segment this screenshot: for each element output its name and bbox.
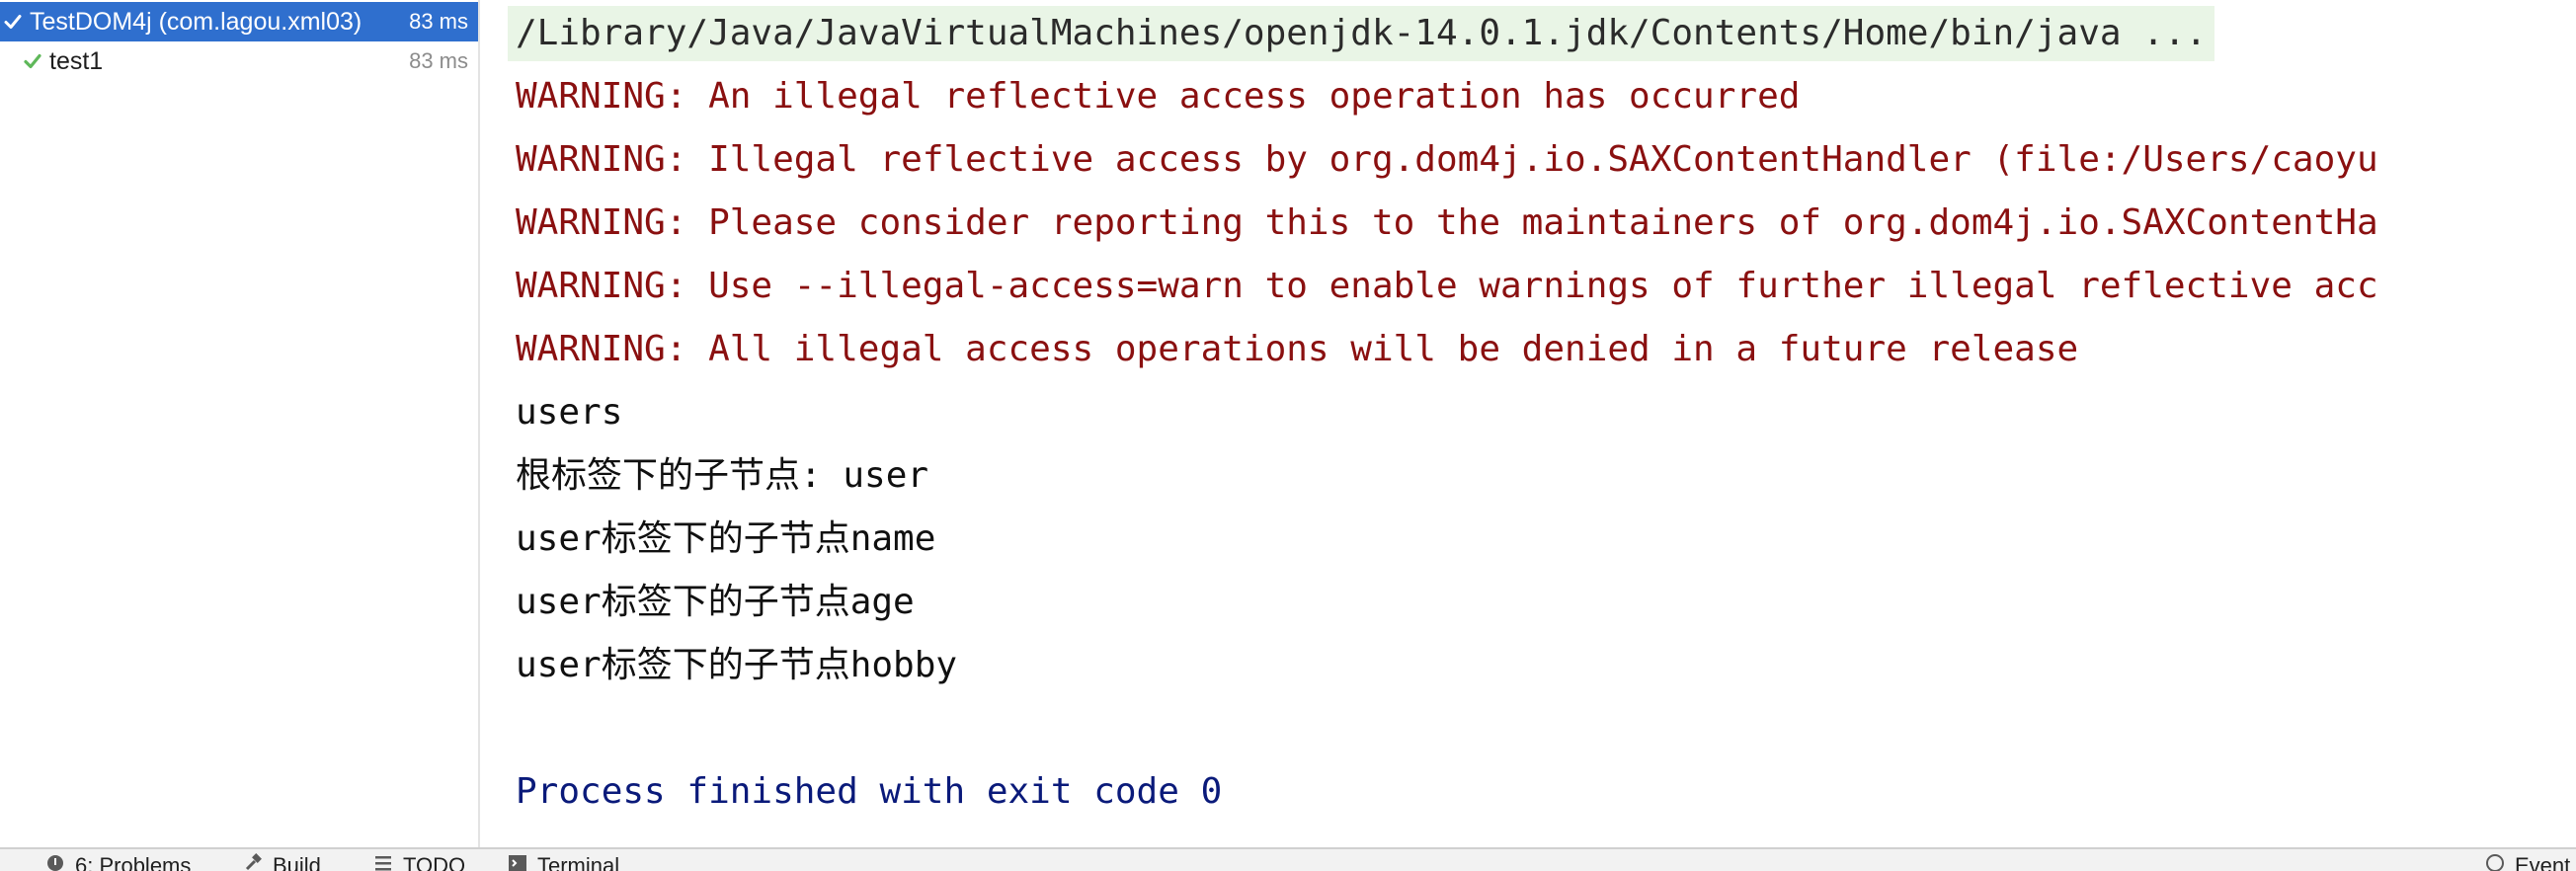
event-log-tab[interactable]: Event: [2485, 849, 2570, 871]
console-output[interactable]: /Library/Java/JavaVirtualMachines/openjd…: [482, 0, 2576, 847]
console-warning-line: WARNING: All illegal access operations w…: [516, 329, 2079, 369]
problems-tab-label: 6: Problems: [75, 853, 192, 871]
console-warning-line: WARNING: Please consider reporting this …: [516, 202, 2378, 243]
console-output-line: user标签下的子节点name: [516, 518, 936, 559]
tree-item-label: test1: [49, 46, 104, 75]
run-tool-window: TestDOM4j (com.lagou.xml03) 83 ms test1 …: [0, 0, 2576, 871]
todo-tab-label: TODO: [403, 853, 466, 871]
tree-item-label: TestDOM4j (com.lagou.xml03): [30, 7, 362, 36]
console-warning-line: WARNING: An illegal reflective access op…: [516, 76, 1801, 117]
event-log-tab-label: Event: [2515, 853, 2571, 871]
console-command-line[interactable]: /Library/Java/JavaVirtualMachines/openjd…: [508, 6, 2215, 61]
tree-item-test-method[interactable]: test1 83 ms: [0, 41, 478, 81]
tree-item-duration: 83 ms: [409, 9, 468, 34]
event-log-icon: [2485, 853, 2505, 871]
tree-item-test-class[interactable]: TestDOM4j (com.lagou.xml03) 83 ms: [0, 2, 478, 41]
check-icon: [2, 11, 24, 33]
terminal-tab-label: Terminal: [537, 853, 620, 871]
list-icon: [373, 853, 393, 871]
test-results-tree: TestDOM4j (com.lagou.xml03) 83 ms test1 …: [0, 0, 480, 847]
todo-tab[interactable]: TODO: [373, 849, 465, 871]
terminal-icon: [508, 853, 527, 871]
console-warning-line: WARNING: Illegal reflective access by or…: [516, 139, 2378, 180]
console-output-line: user标签下的子节点hobby: [516, 645, 958, 685]
problems-icon: [45, 853, 65, 871]
problems-tab[interactable]: 6: Problems: [45, 849, 191, 871]
console-output-line: 根标签下的子节点: user: [516, 455, 929, 496]
build-tab-label: Build: [273, 853, 321, 871]
tree-item-duration: 83 ms: [409, 48, 468, 73]
check-icon: [22, 50, 43, 72]
hammer-icon: [243, 853, 263, 871]
console-output-line: user标签下的子节点age: [516, 582, 915, 622]
console-output-line: users: [516, 392, 623, 433]
console-exit-message: Process finished with exit code 0: [516, 771, 1223, 812]
terminal-tab[interactable]: Terminal: [508, 849, 619, 871]
console-warning-line: WARNING: Use --illegal-access=warn to en…: [516, 266, 2378, 306]
tool-window-bar: 6: Problems Build TODO Terminal Event: [0, 847, 2576, 871]
build-tab[interactable]: Build: [243, 849, 321, 871]
